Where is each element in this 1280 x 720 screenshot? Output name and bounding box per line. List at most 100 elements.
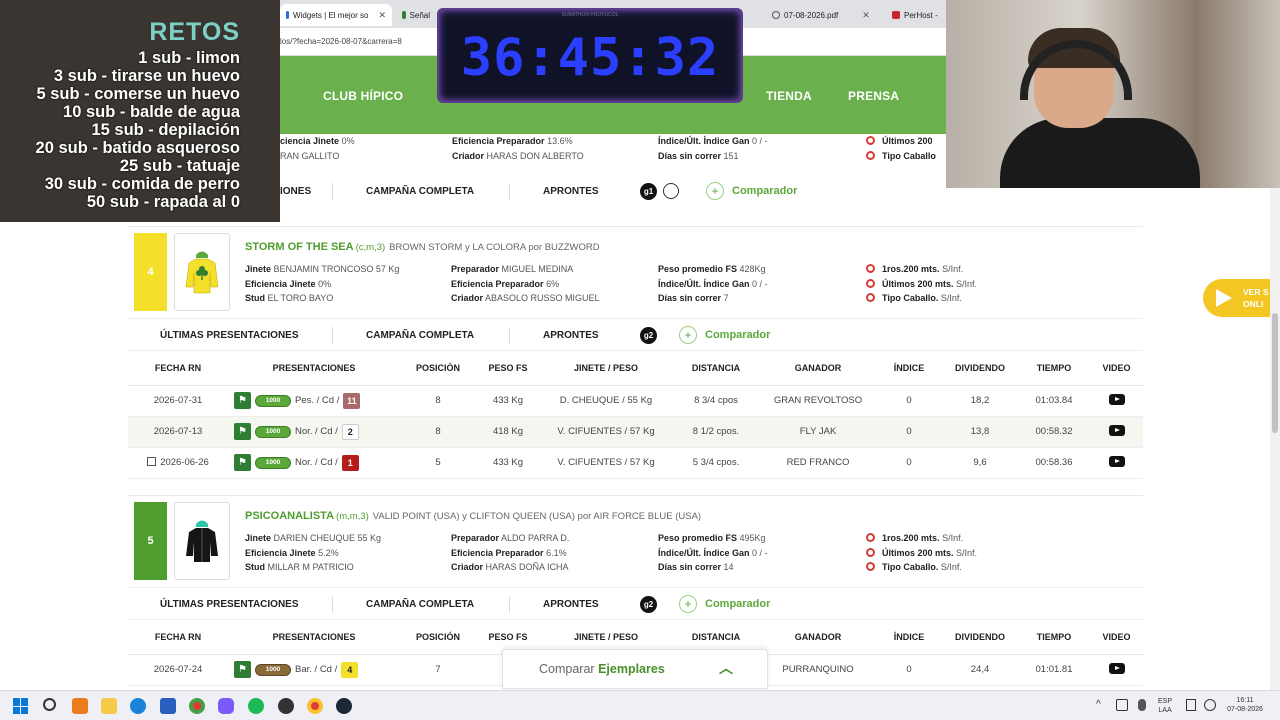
race-date-link[interactable]: 2026-07-13 (128, 416, 228, 448)
weight: 418 Kg (476, 416, 540, 448)
tab-campana-completa[interactable]: CAMPAÑA COMPLETA (366, 330, 474, 341)
race-date-link[interactable]: 2026-07-24 (128, 654, 228, 686)
tab-label: Widgets | El mejor so (293, 10, 369, 20)
comparador-button[interactable]: + Comparador (679, 595, 770, 613)
chrome-icon[interactable] (307, 698, 323, 714)
clock[interactable]: 16:11 07-08-2026 (1222, 696, 1268, 714)
info-value: 0% (318, 278, 332, 289)
spotify-icon[interactable] (248, 698, 264, 714)
silks-image (174, 233, 230, 311)
presentation-cell: ⚑ 1000 Nor. / Cd /1 (228, 447, 400, 479)
search-icon[interactable] (43, 698, 56, 711)
video-play-icon[interactable] (1108, 393, 1125, 405)
obs-icon[interactable] (278, 698, 294, 714)
stopwatch-icon (866, 264, 875, 273)
info-label: Tipo Caballo (882, 150, 936, 161)
winner-link[interactable]: GRAN REVOLTOSO (760, 385, 876, 417)
ver-online-button[interactable]: VER S ONLI (1203, 279, 1280, 317)
video-play-icon[interactable] (1108, 662, 1125, 674)
close-icon[interactable]: ✕ (378, 10, 386, 21)
battery-icon[interactable] (1204, 699, 1216, 711)
play-icon (1211, 287, 1233, 309)
nav-item-tienda[interactable]: TIENDA (766, 89, 812, 103)
info-label: Peso promedio FS (658, 264, 738, 274)
info-value: ABASOLO RUSSO MIGUEL (485, 293, 600, 303)
edge-icon[interactable] (130, 698, 146, 714)
col-header: PESO FS (476, 352, 540, 386)
horse-name[interactable]: PSICOANALISTA (245, 510, 334, 522)
page-scrollbar[interactable] (1270, 188, 1280, 690)
race-date-link[interactable]: 2026-07-31 (128, 385, 228, 417)
comparador-button[interactable]: + Comparador (679, 326, 770, 344)
tab-aprontes[interactable]: APRONTES (543, 599, 599, 610)
tab-ultimas-presentaciones[interactable]: ÚLTIMAS PRESENTACIONES (160, 330, 299, 341)
network-icon[interactable] (1116, 699, 1128, 711)
chevron-up-icon[interactable]: ︿ (719, 658, 733, 678)
dividend: 18,2 (942, 385, 1018, 417)
reto-item: 30 sub - comida de perro (44, 175, 240, 193)
info-value: 13.6% (547, 136, 573, 146)
winner-link[interactable]: RED FRANCO (760, 447, 876, 479)
screen: { "browser":{ "tabs":[{"label":"Widgets … (0, 0, 1280, 720)
tab-ultimas-presentaciones[interactable]: IONES (280, 186, 311, 197)
ver-line1: VER S (1243, 287, 1269, 297)
info-value: MIGUEL MEDINA (501, 264, 574, 274)
external-link-icon[interactable] (147, 457, 157, 466)
discord-icon[interactable] (218, 698, 234, 714)
tab-label: Señal (409, 10, 430, 20)
app-icon[interactable] (72, 698, 88, 714)
results-table: FECHA RN PRESENTACIONES POSICIÓN PESO FS… (128, 352, 1143, 479)
stopwatch-icon[interactable] (663, 183, 679, 199)
folder-icon[interactable] (101, 698, 117, 714)
steam-icon[interactable] (336, 698, 352, 714)
video-play-icon[interactable] (1108, 424, 1125, 436)
tab-campana-completa[interactable]: CAMPAÑA COMPLETA (366, 599, 474, 610)
tab-aprontes[interactable]: APRONTES (543, 330, 599, 341)
store-icon[interactable] (160, 698, 176, 714)
jockey-weight: V. CIFUENTES / 57 Kg (540, 416, 672, 448)
tab-campana-completa[interactable]: CAMPAÑA COMPLETA (366, 186, 474, 197)
chevron-up-icon[interactable]: ^ (1096, 700, 1101, 710)
info-value: 0% (341, 136, 355, 146)
comparador-button[interactable]: + Comparador (706, 182, 797, 200)
chrome-icon[interactable] (189, 698, 205, 714)
browser-tab[interactable]: Widgets | El mejor so ✕ (280, 4, 392, 26)
video-cell (1090, 654, 1143, 686)
browser-tab[interactable]: PerHost - (886, 4, 946, 26)
scrollbar-thumb[interactable] (1272, 313, 1278, 433)
col-header: DISTANCIA (672, 352, 760, 386)
race-date-link[interactable]: 2026-06-26 (160, 457, 209, 468)
compare-ejemplares-bar[interactable]: Comparar Ejemplares ︿ (502, 649, 768, 689)
reto-item: 15 sub - depilación (91, 121, 240, 139)
track-icon: ⚑ (234, 454, 251, 471)
browser-tab[interactable]: Señal (396, 4, 436, 26)
tab-favicon-icon (772, 11, 780, 19)
winner-link[interactable]: PURRANQUINO (760, 654, 876, 686)
video-play-icon[interactable] (1108, 455, 1125, 467)
info-value: 7 (723, 293, 729, 303)
info-label: Preparador (451, 264, 500, 274)
speaker-icon[interactable] (1186, 699, 1196, 711)
winner-link[interactable]: FLY JAK (760, 416, 876, 448)
tab-aprontes[interactable]: APRONTES (543, 186, 599, 197)
browser-tab[interactable]: 07-08-2026.pdf ✕ (766, 4, 878, 26)
windows-start-icon[interactable] (13, 698, 29, 714)
info-value: 151 (723, 150, 739, 161)
track-condition: Nor. / Cd / (295, 426, 338, 437)
nav-item-prensa[interactable]: PRENSA (848, 89, 899, 103)
info-label: Últimos 200 (882, 136, 933, 146)
horse-number: 5 (134, 502, 167, 580)
horse-name-line: STORM OF THE SEA (c,m,3) BROWN STORM y LA … (245, 241, 600, 253)
tab-ultimas-presentaciones[interactable]: ÚLTIMAS PRESENTACIONES (160, 599, 299, 610)
stopwatch-icon (866, 562, 875, 571)
divider (509, 596, 510, 613)
time: 01:01.81 (1018, 654, 1090, 686)
nav-item-club-hipico[interactable]: CLUB HÍPICO (323, 89, 403, 103)
language-indicator[interactable]: ESP LAA (1158, 697, 1172, 715)
mic-icon[interactable] (1138, 699, 1146, 711)
close-icon[interactable]: ✕ (862, 10, 870, 21)
ver-line2: ONLI (1243, 299, 1264, 309)
info-value: 495Kg (739, 533, 766, 543)
horse-name[interactable]: STORM OF THE SEA (245, 241, 354, 253)
col-header: GANADOR (760, 621, 876, 655)
